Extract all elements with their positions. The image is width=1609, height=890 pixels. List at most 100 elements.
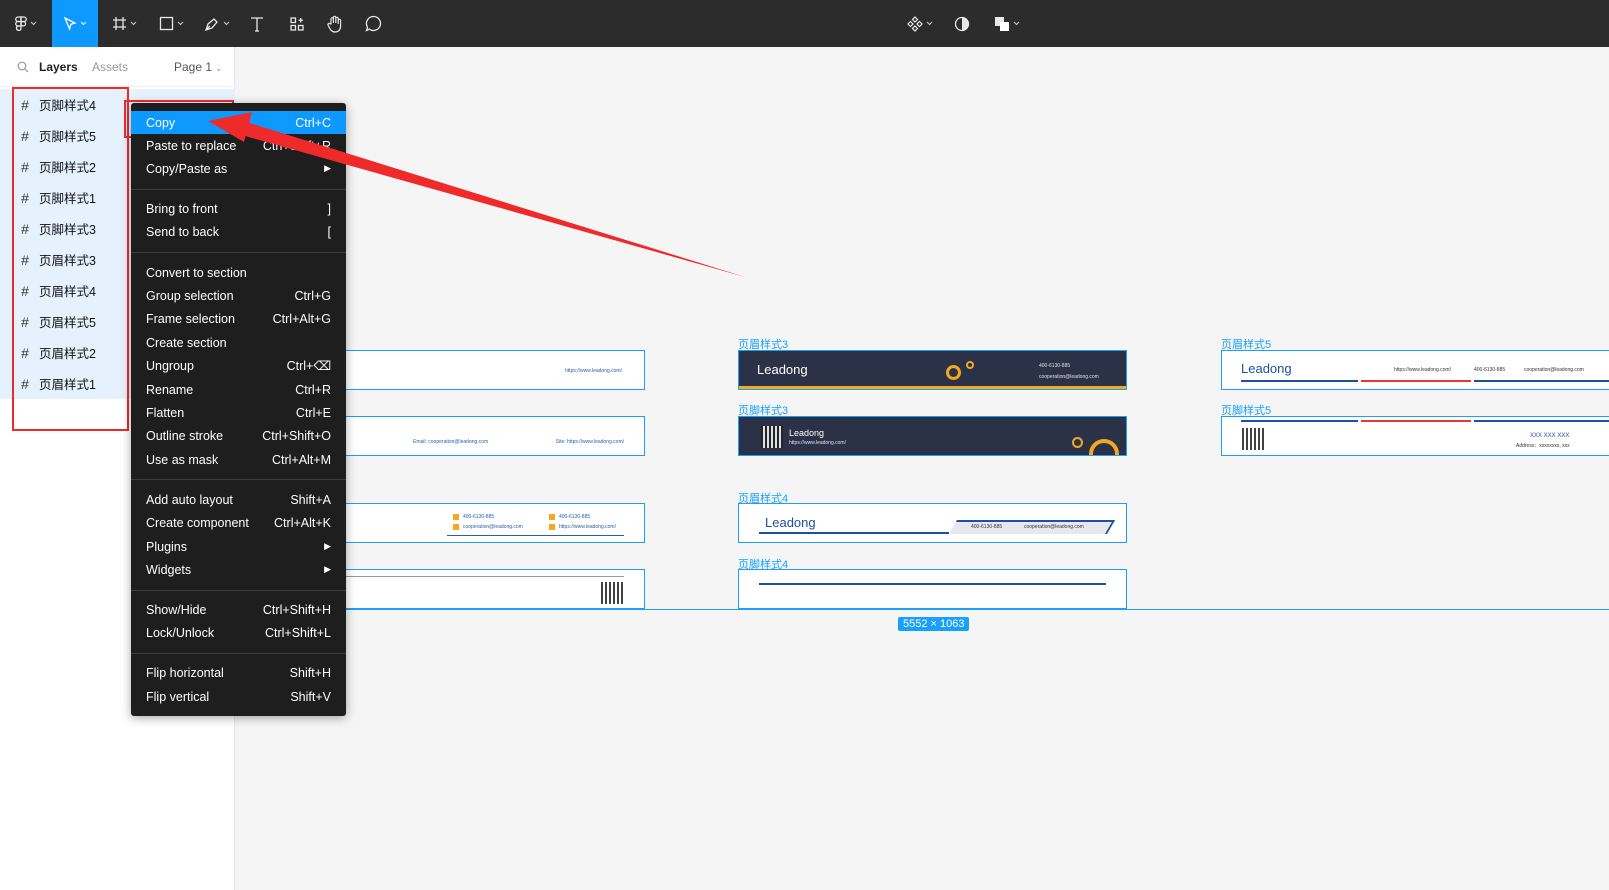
- frame-tool-button[interactable]: [104, 0, 144, 47]
- frame-footer-left-2[interactable]: [326, 569, 645, 609]
- contrast-button[interactable]: [948, 0, 976, 47]
- tab-layers[interactable]: Layers: [39, 60, 78, 74]
- divider: [1361, 380, 1471, 382]
- menu-item-frame-selection[interactable]: Frame selection Ctrl+Alt+G: [131, 307, 346, 330]
- divider: [1241, 380, 1358, 382]
- menu-shortcut: Ctrl+Shift+H: [262, 602, 331, 617]
- menu-item-flip-horizontal[interactable]: Flip horizontal Shift+H: [131, 661, 346, 684]
- frame-footer-3[interactable]: Leadong https://www.leadong.com/: [738, 416, 1127, 456]
- design-canvas[interactable]: https://www.leadong.com/ Email: cooperat…: [236, 47, 1609, 890]
- frame-phone-text: 400-6130-885: [1039, 363, 1071, 369]
- comment-bubble-icon: [364, 15, 381, 32]
- menu-item-bring-to-front[interactable]: Bring to front]: [131, 197, 346, 220]
- frame-header-left-1[interactable]: https://www.leadong.com/: [326, 350, 645, 390]
- menu-separator: [131, 189, 346, 190]
- arc-decoration-icon: [1089, 439, 1119, 455]
- menu-shortcut: Ctrl+Shift+O: [262, 428, 331, 443]
- menu-item-copy-paste-as[interactable]: Copy/Paste as ▶: [131, 157, 346, 180]
- search-icon[interactable]: [17, 61, 29, 73]
- menu-item-create-section[interactable]: Create section: [131, 331, 346, 354]
- text-tool-button[interactable]: [242, 0, 272, 47]
- menu-shortcut: Ctrl+Alt+G: [272, 311, 331, 326]
- menu-item-group-selection[interactable]: Group selection Ctrl+G: [131, 284, 346, 307]
- menu-item-copy[interactable]: Copy Ctrl+C: [131, 111, 346, 134]
- globe-icon: [549, 524, 555, 530]
- menu-label: Convert to section: [146, 265, 247, 280]
- main-menu-button[interactable]: [6, 0, 46, 47]
- frame-footer-left-1[interactable]: Email: cooperation@leadong.com Site: htt…: [326, 416, 645, 456]
- components-button[interactable]: [902, 0, 938, 47]
- toolbar: [0, 0, 1609, 47]
- menu-shortcut: Shift+V: [290, 689, 331, 704]
- page-name: Page 1: [174, 60, 213, 74]
- menu-item-rename[interactable]: Rename Ctrl+R: [131, 378, 346, 401]
- ring-decoration-icon: [946, 365, 961, 380]
- ring-decoration-icon: [1072, 437, 1083, 448]
- frame-header-5[interactable]: Leadong https://www.leadong.com/ 400-613…: [1221, 350, 1609, 390]
- resources-icon: [290, 16, 304, 31]
- frame-email-text: cooperation@leadong.com: [1024, 524, 1084, 530]
- menu-item-flatten[interactable]: Flatten Ctrl+E: [131, 401, 346, 424]
- frame-header-left-2[interactable]: 400-6130-885 cooperation@leadong.com 400…: [326, 503, 645, 543]
- menu-label: Flip vertical: [146, 689, 210, 704]
- frame-email-text: cooperation@leadong.com: [1524, 367, 1584, 373]
- pen-tool-button[interactable]: [196, 0, 238, 47]
- menu-label: Frame selection: [146, 311, 235, 326]
- move-tool-button[interactable]: [52, 0, 98, 47]
- brand-logo-text: Leadong: [1241, 361, 1292, 376]
- menu-item-paste-to-replace[interactable]: Paste to replace Ctrl+Shift+R: [131, 134, 346, 157]
- hand-tool-button[interactable]: [320, 0, 350, 47]
- qr-code: [601, 582, 623, 604]
- resources-tool-button[interactable]: [282, 0, 312, 47]
- menu-separator: [131, 479, 346, 480]
- size-badge: 5552 × 1063: [898, 617, 970, 631]
- divider: [1361, 420, 1471, 422]
- frame-phone-text: 400-6130-885: [971, 524, 1003, 530]
- menu-item-ungroup[interactable]: Ungroup Ctrl+⌫: [131, 354, 346, 377]
- figma-logo-icon: [15, 15, 27, 31]
- menu-label: Use as mask: [146, 452, 219, 467]
- page-selector[interactable]: Page 1 ⌄: [174, 60, 222, 74]
- menu-separator: [131, 653, 346, 654]
- selection-bounds: [326, 609, 1609, 610]
- menu-label: Create component: [146, 515, 249, 530]
- menu-item-create-component[interactable]: Create component Ctrl+Alt+K: [131, 511, 346, 534]
- menu-item-outline-stroke[interactable]: Outline stroke Ctrl+Shift+O: [131, 424, 346, 447]
- divider: [1474, 420, 1609, 422]
- menu-label: Paste to replace: [146, 138, 237, 153]
- submenu-arrow-icon: ▶: [324, 163, 331, 173]
- boolean-ops-button[interactable]: [988, 0, 1026, 47]
- menu-item-show-hide[interactable]: Show/Hide Ctrl+Shift+H: [131, 598, 346, 621]
- menu-shortcut: Ctrl+G: [294, 288, 331, 303]
- menu-shortcut: Ctrl+Shift+R: [262, 138, 331, 153]
- qr-code: [1242, 428, 1264, 450]
- menu-item-use-as-mask[interactable]: Use as mask Ctrl+Alt+M: [131, 448, 346, 471]
- text-t-icon: [251, 16, 263, 32]
- chevron-down-icon: [1013, 21, 1020, 26]
- menu-item-plugins[interactable]: Plugins ▶: [131, 535, 346, 558]
- menu-item-flip-vertical[interactable]: Flip vertical Shift+V: [131, 685, 346, 708]
- chevron-down-icon: ⌄: [215, 64, 223, 73]
- frame-address-text: Address：xxxxxxxx, xxx: [1516, 443, 1570, 449]
- components-diamond-icon: [907, 15, 923, 32]
- menu-shortcut: Ctrl+E: [295, 405, 331, 420]
- divider: [1241, 420, 1358, 422]
- shape-tool-button[interactable]: [150, 0, 192, 47]
- menu-item-convert-to-section[interactable]: Convert to section: [131, 261, 346, 284]
- menu-label: Send to back: [146, 224, 219, 239]
- comment-tool-button[interactable]: [358, 0, 388, 47]
- menu-item-send-to-back[interactable]: Send to back [: [131, 220, 346, 243]
- pen-icon: [204, 17, 218, 31]
- mail-icon: [453, 524, 459, 530]
- frame-header-4[interactable]: Leadong 400-6130-885 cooperation@leadong…: [738, 503, 1127, 543]
- tab-assets[interactable]: Assets: [92, 60, 128, 74]
- frame-footer-4[interactable]: [738, 569, 1127, 609]
- accent-stripe: [739, 386, 1126, 389]
- frame-footer-5[interactable]: XXX XXX XXX Address：xxxxxxxx, xxx: [1221, 416, 1609, 456]
- menu-item-lock-unlock[interactable]: Lock/Unlock Ctrl+Shift+L: [131, 621, 346, 644]
- menu-item-add-auto-layout[interactable]: Add auto layout Shift+A: [131, 488, 346, 511]
- frame-header-3[interactable]: Leadong 400-6130-885 cooperation@leadong…: [738, 350, 1127, 390]
- menu-item-widgets[interactable]: Widgets ▶: [131, 558, 346, 581]
- menu-label: Ungroup: [146, 358, 194, 373]
- menu-shortcut: Ctrl+R: [295, 382, 331, 397]
